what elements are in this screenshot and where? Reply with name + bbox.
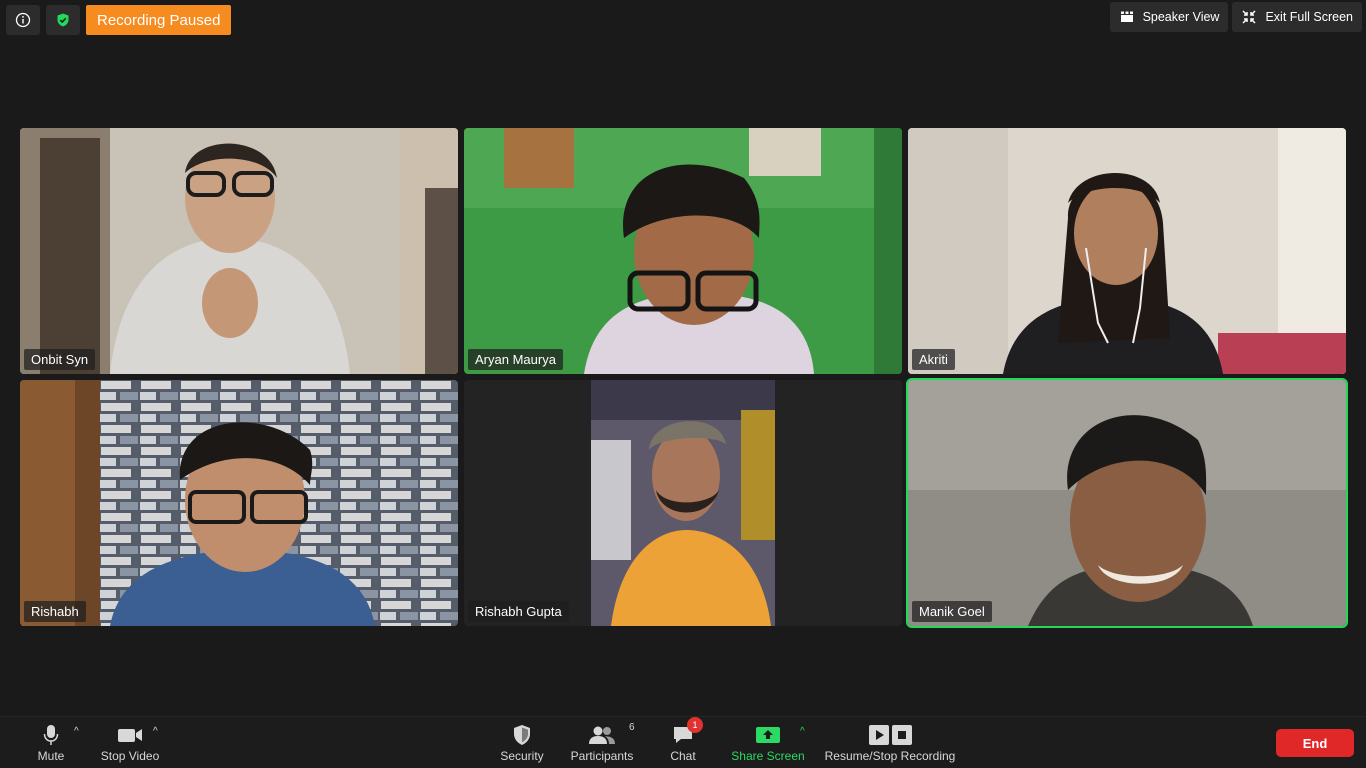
share-screen-label: Share Screen — [731, 749, 805, 763]
shield-check-icon — [57, 13, 69, 27]
exit-full-screen-label: Exit Full Screen — [1265, 10, 1353, 24]
participant-name: Aryan Maurya — [468, 349, 563, 370]
speaker-view-label: Speaker View — [1142, 10, 1220, 24]
participants-button[interactable]: Participants — [570, 723, 634, 763]
meeting-toolbar: Mute ^ Stop Video ^ Security Participant… — [0, 716, 1366, 768]
encryption-button[interactable] — [46, 5, 80, 35]
exit-full-screen-button[interactable]: Exit Full Screen — [1232, 2, 1362, 32]
participant-name: Akriti — [912, 349, 955, 370]
recording-label: Resume/Stop Recording — [824, 749, 956, 763]
mute-button[interactable]: Mute — [31, 723, 71, 763]
resume-recording-icon — [868, 725, 889, 745]
share-options-caret-icon[interactable]: ^ — [800, 726, 805, 737]
end-meeting-button[interactable]: End — [1276, 729, 1354, 757]
participant-name: Manik Goel — [912, 601, 992, 622]
video-tile[interactable]: Aryan Maurya — [464, 128, 902, 374]
participant-video — [464, 128, 902, 374]
video-tile-active-speaker[interactable]: Manik Goel — [906, 378, 1348, 628]
share-screen-button[interactable]: Share Screen — [730, 723, 806, 763]
participant-video — [20, 380, 458, 626]
shield-icon — [514, 725, 530, 745]
mute-label: Mute — [37, 749, 65, 763]
share-screen-icon — [756, 727, 780, 743]
participants-count: 6 — [629, 722, 635, 733]
video-tile[interactable]: Akriti — [908, 128, 1346, 374]
info-icon — [15, 12, 31, 28]
stop-video-label: Stop Video — [100, 749, 160, 763]
participant-name: Rishabh — [24, 601, 86, 622]
video-options-caret-icon[interactable]: ^ — [153, 726, 158, 737]
video-tile[interactable]: Rishabh Gupta — [464, 380, 902, 626]
stop-recording-icon — [891, 725, 912, 745]
video-tile[interactable]: Rishabh — [20, 380, 458, 626]
speaker-view-icon — [1120, 11, 1133, 22]
video-tile[interactable]: Onbit Syn — [20, 128, 458, 374]
participant-name: Onbit Syn — [24, 349, 96, 370]
participant-video — [908, 128, 1346, 374]
speaker-view-button[interactable]: Speaker View — [1109, 2, 1229, 32]
participants-icon — [589, 726, 615, 744]
participant-video — [464, 380, 902, 626]
recording-status-badge[interactable]: Recording Paused — [86, 5, 232, 35]
microphone-icon — [43, 725, 59, 745]
participants-label: Participants — [570, 749, 634, 763]
meeting-info-button[interactable] — [6, 5, 40, 35]
top-left-controls: Recording Paused — [6, 5, 232, 35]
chat-label: Chat — [670, 749, 696, 763]
participant-video — [20, 128, 458, 374]
security-button[interactable]: Security — [498, 723, 546, 763]
video-camera-icon — [118, 729, 142, 742]
participant-name: Rishabh Gupta — [468, 601, 569, 622]
exit-full-screen-icon — [1242, 10, 1256, 24]
meeting-window: Recording Paused Speaker View Exit Full … — [0, 0, 1366, 768]
security-label: Security — [500, 749, 544, 763]
participant-video — [908, 380, 1346, 626]
resume-stop-recording-button[interactable]: Resume/Stop Recording — [824, 723, 956, 763]
chat-button[interactable]: 1 Chat — [666, 717, 703, 763]
chat-unread-badge: 1 — [687, 717, 703, 733]
top-right-controls: Speaker View Exit Full Screen — [1109, 2, 1362, 32]
audio-options-caret-icon[interactable]: ^ — [74, 726, 79, 737]
